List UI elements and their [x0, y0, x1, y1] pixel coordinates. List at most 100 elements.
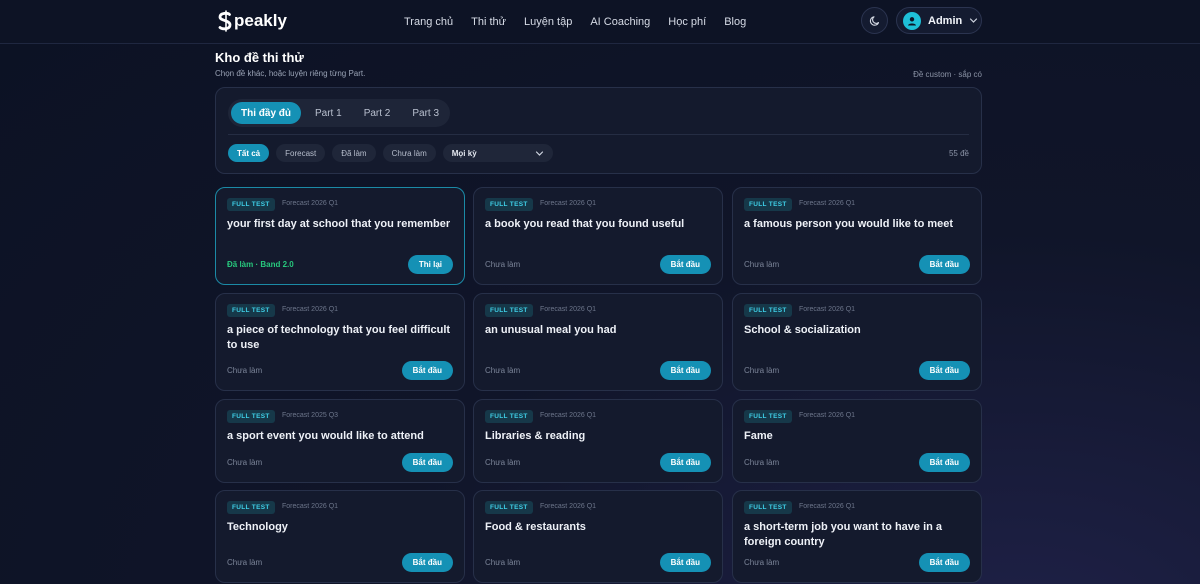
test-title: Libraries & reading — [485, 430, 586, 442]
period-select[interactable]: Mọi kỳ — [442, 144, 553, 162]
test-title: your first day at school that you rememb… — [227, 218, 451, 230]
user-icon — [908, 16, 916, 25]
start-button[interactable]: Bắt đầu — [401, 553, 453, 572]
test-status: Chưa làm — [485, 558, 521, 567]
test-status: Chưa làm — [744, 558, 780, 567]
test-title: a famous person you would like to meet — [744, 218, 954, 230]
test-card[interactable]: FULL TEST Forecast 2026 Q1 Technology Chưa … — [215, 490, 465, 583]
test-title: a piece of technology that you feel diff… — [227, 324, 451, 351]
tab-full-test[interactable]: Thi đầy đủ — [231, 102, 301, 124]
forecast-label: Forecast 2026 Q1 — [282, 503, 339, 510]
theme-toggle-button[interactable] — [861, 7, 888, 34]
nav-item-blog[interactable]: Blog — [724, 16, 746, 28]
forecast-label: Forecast 2026 Q1 — [540, 503, 597, 510]
forecast-label: Forecast 2026 Q1 — [799, 306, 856, 313]
test-card[interactable]: FULL TEST Forecast 2026 Q1 Food & restaura… — [473, 490, 723, 583]
forecast-label: Forecast 2026 Q1 — [282, 200, 339, 207]
test-count: 55 đề — [948, 149, 969, 158]
test-type-badge: FULL TEST — [744, 410, 792, 423]
forecast-label: Forecast 2026 Q1 — [540, 306, 597, 313]
start-button[interactable]: Bắt đầu — [401, 361, 453, 380]
test-status: Chưa làm — [485, 260, 521, 269]
tab-part-1[interactable]: Part 1 — [307, 102, 350, 124]
start-button[interactable]: Bắt đầu — [659, 255, 711, 274]
test-type-badge: FULL TEST — [485, 410, 533, 423]
forecast-label: Forecast 2026 Q1 — [282, 306, 339, 313]
chip-not-done[interactable]: Chưa làm — [382, 144, 436, 162]
test-card[interactable]: FULL TEST Forecast 2025 Q3 a sport event y… — [215, 399, 465, 483]
test-title: an unusual meal you had — [485, 324, 617, 336]
top-navbar: peakly Trang chủ Thi thử Luyện tập AI Co… — [0, 0, 1200, 44]
nav-item-mock-test[interactable]: Thi thử — [471, 16, 506, 28]
nav-item-pricing[interactable]: Học phí — [668, 16, 706, 28]
test-type-badge: FULL TEST — [227, 198, 275, 211]
forecast-label: Forecast 2026 Q1 — [799, 503, 856, 510]
test-card[interactable]: FULL TEST Forecast 2026 Q1 School & social… — [732, 293, 982, 391]
avatar — [903, 11, 921, 30]
test-card[interactable]: FULL TEST Forecast 2026 Q1 an unusual meal… — [473, 293, 723, 391]
chip-done[interactable]: Đã làm — [332, 144, 376, 162]
divider — [228, 134, 969, 135]
chip-forecast[interactable]: Forecast — [276, 144, 326, 162]
logo-s-icon — [218, 10, 232, 32]
test-type-badge: FULL TEST — [485, 501, 533, 514]
page-title: Kho đề thi thử — [215, 50, 304, 65]
custom-tests-note: Đề custom · sắp có — [913, 70, 982, 79]
test-type-badge: FULL TEST — [227, 410, 275, 423]
test-type-badge: FULL TEST — [744, 304, 792, 317]
test-type-badge: FULL TEST — [744, 198, 792, 211]
retake-button[interactable]: Thi lại — [407, 255, 453, 274]
start-button[interactable]: Bắt đầu — [659, 361, 711, 380]
start-button[interactable]: Bắt đầu — [918, 453, 970, 472]
test-type-badge: FULL TEST — [485, 198, 533, 211]
tab-part-3[interactable]: Part 3 — [404, 102, 447, 124]
forecast-label: Forecast 2026 Q1 — [540, 200, 597, 207]
test-type-badge: FULL TEST — [227, 501, 275, 514]
chip-all[interactable]: Tất cả — [228, 144, 270, 162]
filter-panel: Thi đầy đủ Part 1 Part 2 Part 3 Tất cả F… — [215, 87, 982, 174]
logo-text: peakly — [234, 11, 287, 30]
forecast-label: Forecast 2026 Q1 — [799, 412, 856, 419]
test-card[interactable]: FULL TEST Forecast 2026 Q1 a short-term jo… — [732, 490, 982, 583]
user-menu-button[interactable]: Admin — [896, 7, 982, 34]
test-card[interactable]: FULL TEST Forecast 2026 Q1 a famous person… — [732, 187, 982, 285]
start-button[interactable]: Bắt đầu — [918, 553, 970, 572]
chevron-down-icon — [535, 150, 543, 156]
test-status: Chưa làm — [744, 458, 780, 467]
start-button[interactable]: Bắt đầu — [659, 553, 711, 572]
test-title: a sport event you would like to attend — [227, 430, 424, 442]
nav-item-home[interactable]: Trang chủ — [404, 16, 453, 28]
test-card[interactable]: FULL TEST Forecast 2026 Q1 a book you read… — [473, 187, 723, 285]
test-status: Đã làm · Band 2.0 — [227, 260, 294, 269]
test-card[interactable]: FULL TEST Forecast 2026 Q1 a piece of tech… — [215, 293, 465, 391]
test-type-badge: FULL TEST — [227, 304, 275, 317]
test-type-badge: FULL TEST — [485, 304, 533, 317]
forecast-label: Forecast 2025 Q3 — [282, 412, 339, 419]
start-button[interactable]: Bắt đầu — [659, 453, 711, 472]
test-status: Chưa làm — [485, 366, 521, 375]
test-card[interactable]: FULL TEST Forecast 2026 Q1 Fame Chưa làm Bắt… — [732, 399, 982, 483]
logo[interactable]: peakly — [217, 9, 287, 33]
status-filter-chips: Tất cả Forecast Đã làm Chưa làm Mọi kỳ — [228, 144, 553, 162]
test-status: Chưa làm — [227, 558, 263, 567]
test-status: Chưa làm — [744, 366, 780, 375]
page-subtitle: Chọn đề khác, hoặc luyện riêng từng Part… — [215, 69, 366, 78]
test-card[interactable]: FULL TEST Forecast 2026 Q1 Libraries & rea… — [473, 399, 723, 483]
test-status: Chưa làm — [744, 260, 780, 269]
test-title: School & socialization — [744, 324, 861, 336]
test-status: Chưa làm — [227, 366, 263, 375]
moon-icon — [869, 15, 879, 26]
test-title: a book you read that you found useful — [485, 218, 685, 230]
nav-item-ai-coaching[interactable]: AI Coaching — [590, 16, 650, 28]
nav-item-practice[interactable]: Luyện tập — [524, 16, 572, 28]
chevron-down-icon — [970, 18, 978, 23]
period-select-value: Mọi kỳ — [451, 148, 477, 158]
test-type-badge: FULL TEST — [744, 501, 792, 514]
start-button[interactable]: Bắt đầu — [918, 255, 970, 274]
tab-part-2[interactable]: Part 2 — [356, 102, 399, 124]
start-button[interactable]: Bắt đầu — [918, 361, 970, 380]
test-card[interactable]: FULL TEST Forecast 2026 Q1 your first day … — [215, 187, 465, 285]
test-status: Chưa làm — [485, 458, 521, 467]
start-button[interactable]: Bắt đầu — [401, 453, 453, 472]
test-status: Chưa làm — [227, 458, 263, 467]
